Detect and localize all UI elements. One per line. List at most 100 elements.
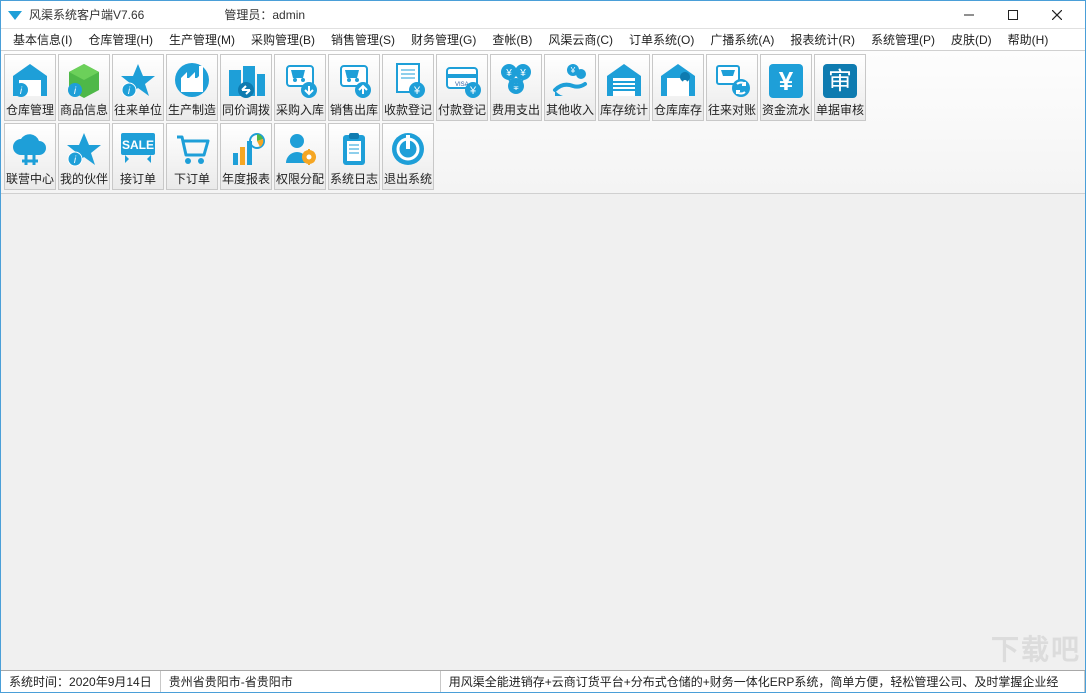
tool-label: 权限分配 [276, 170, 324, 187]
tool-label: 单据审核 [816, 101, 864, 118]
yen-icon: ¥ [764, 59, 808, 101]
reconcile-icon [710, 59, 754, 101]
tool-garage[interactable]: 库存统计 [598, 54, 650, 121]
menu-item-4[interactable]: 销售管理(S) [323, 29, 403, 50]
tool-reconcile[interactable]: 往来对账 [706, 54, 758, 121]
status-time: 系统时间： 2020年9月14日 [1, 671, 161, 692]
clipboard-icon [332, 128, 376, 170]
close-button[interactable] [1035, 1, 1079, 29]
factory-icon [170, 59, 214, 101]
tool-label: 其他收入 [546, 101, 594, 118]
svg-text:¥: ¥ [779, 66, 794, 96]
tool-star[interactable]: i我的伙伴 [58, 123, 110, 190]
tool-label: 往来单位 [114, 101, 162, 118]
admin-label: 管理员：admin [224, 6, 305, 23]
tool-label: 仓库库存 [654, 101, 702, 118]
menu-item-5[interactable]: 财务管理(G) [403, 29, 484, 50]
tool-label: 生产制造 [168, 101, 216, 118]
tool-card[interactable]: VISA¥付款登记 [436, 54, 488, 121]
tool-label: 付款登记 [438, 101, 486, 118]
minimize-button[interactable] [947, 1, 991, 29]
menu-item-13[interactable]: 帮助(H) [1000, 29, 1057, 50]
star-icon: i [116, 59, 160, 101]
watermark: 下载吧 [991, 628, 1081, 668]
status-message: 用风渠全能进销存+云商订货平台+分布式仓储的+财务一体化ERP系统，简单方便，轻… [441, 671, 1085, 692]
content-area: 下载吧 [1, 194, 1085, 670]
tool-label: 费用支出 [492, 101, 540, 118]
svg-text:¥: ¥ [413, 85, 421, 97]
cart-out-icon [332, 59, 376, 101]
tool-cloud[interactable]: 联营中心 [4, 123, 56, 190]
menu-item-7[interactable]: 风渠云商(C) [540, 29, 621, 50]
tool-star[interactable]: i往来单位 [112, 54, 164, 121]
coin-out-icon: ¥¥¥ [494, 59, 538, 101]
buildings-icon [224, 59, 268, 101]
tool-label: 退出系统 [384, 170, 432, 187]
tool-warehouse[interactable]: i仓库管理 [4, 54, 56, 121]
tool-label: 下订单 [174, 170, 210, 187]
tool-label: 系统日志 [330, 170, 378, 187]
coin-in-icon: ¥ [548, 59, 592, 101]
card-icon: VISA¥ [440, 59, 484, 101]
menu-item-9[interactable]: 广播系统(A) [702, 29, 782, 50]
menu-item-12[interactable]: 皮肤(D) [943, 29, 1000, 50]
menu-item-6[interactable]: 查帐(B) [484, 29, 540, 50]
tool-clipboard[interactable]: 系统日志 [328, 123, 380, 190]
menu-item-3[interactable]: 采购管理(B) [243, 29, 323, 50]
tool-cart-in[interactable]: 采购入库 [274, 54, 326, 121]
app-title: 风渠系统客户端V7.66 [29, 6, 144, 23]
tool-user-gear[interactable]: 权限分配 [274, 123, 326, 190]
tool-buildings[interactable]: 同价调拨 [220, 54, 272, 121]
menu-item-10[interactable]: 报表统计(R) [782, 29, 863, 50]
audit-icon: 审 [818, 59, 862, 101]
maximize-button[interactable] [991, 1, 1035, 29]
menu-item-0[interactable]: 基本信息(I) [5, 29, 80, 50]
chart-icon [224, 128, 268, 170]
tool-label: 我的伙伴 [60, 170, 108, 187]
menu-item-11[interactable]: 系统管理(P) [863, 29, 943, 50]
status-time-value: 2020年9月14日 [69, 673, 152, 690]
house-pin-icon [656, 59, 700, 101]
tool-chart[interactable]: 年度报表 [220, 123, 272, 190]
tool-label: 联营中心 [6, 170, 54, 187]
menu-item-2[interactable]: 生产管理(M) [161, 29, 243, 50]
tool-power[interactable]: 退出系统 [382, 123, 434, 190]
tool-label: 库存统计 [600, 101, 648, 118]
garage-icon [602, 59, 646, 101]
tool-coin-out[interactable]: ¥¥¥费用支出 [490, 54, 542, 121]
tool-factory[interactable]: 生产制造 [166, 54, 218, 121]
tool-cart-out[interactable]: 销售出库 [328, 54, 380, 121]
svg-text:审: 审 [828, 68, 852, 95]
svg-text:SALE: SALE [122, 138, 154, 152]
tool-house-pin[interactable]: 仓库库存 [652, 54, 704, 121]
tool-box[interactable]: i商品信息 [58, 54, 110, 121]
tool-receipt[interactable]: ¥ 收款登记 [382, 54, 434, 121]
tool-label: 仓库管理 [6, 101, 54, 118]
tool-label: 资金流水 [762, 101, 810, 118]
tool-shopcart[interactable]: 下订单 [166, 123, 218, 190]
tool-label: 采购入库 [276, 101, 324, 118]
svg-text:¥: ¥ [570, 66, 576, 75]
tool-audit[interactable]: 审单据审核 [814, 54, 866, 121]
shopcart-icon [170, 128, 214, 170]
tool-label: 收款登记 [384, 101, 432, 118]
status-time-label: 系统时间： [9, 673, 69, 690]
tool-label: 年度报表 [222, 170, 270, 187]
tool-yen[interactable]: ¥ 资金流水 [760, 54, 812, 121]
toolbar: i仓库管理i商品信息i往来单位生产制造同价调拨采购入库销售出库¥收款登记VISA… [1, 51, 1085, 194]
tool-sale[interactable]: SALE 接订单 [112, 123, 164, 190]
menubar: 基本信息(I)仓库管理(H)生产管理(M)采购管理(B)销售管理(S)财务管理(… [1, 29, 1085, 51]
menu-item-1[interactable]: 仓库管理(H) [80, 29, 161, 50]
tool-label: 销售出库 [330, 101, 378, 118]
cart-in-icon [278, 59, 322, 101]
user-gear-icon [278, 128, 322, 170]
menu-item-8[interactable]: 订单系统(O) [621, 29, 702, 50]
tool-label: 接订单 [120, 170, 156, 187]
star-icon: i [62, 128, 106, 170]
tool-label: 商品信息 [60, 101, 108, 118]
svg-text:¥: ¥ [505, 68, 512, 79]
warehouse-icon: i [8, 59, 52, 101]
status-location: 贵州省贵阳市-省贵阳市 [161, 671, 441, 692]
tool-coin-in[interactable]: ¥ 其他收入 [544, 54, 596, 121]
svg-text:¥: ¥ [469, 85, 477, 97]
